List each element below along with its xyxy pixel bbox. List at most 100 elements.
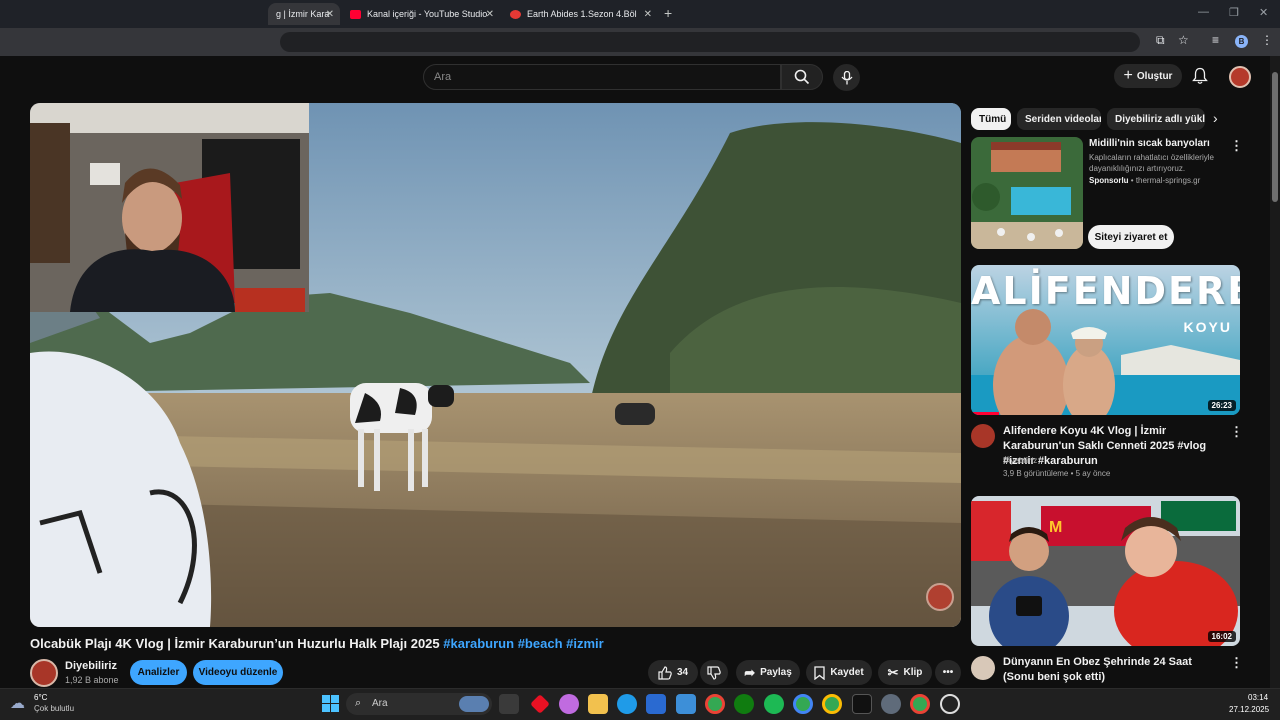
thumbnail-heading: ALİFENDERE xyxy=(971,269,1240,313)
window-close-icon[interactable]: ✕ xyxy=(1259,6,1268,19)
channel-avatar[interactable] xyxy=(971,656,995,680)
obs-icon[interactable] xyxy=(940,694,960,714)
ad-description: Kaplıcaların rahatlatıcı özellikleriyle … xyxy=(1089,153,1214,173)
create-label: Oluştur xyxy=(1136,70,1173,82)
share-button[interactable]: ➦ Paylaş xyxy=(736,660,800,685)
youtube-icon xyxy=(350,9,361,19)
media-controls-icon[interactable]: ≡ xyxy=(1212,33,1219,47)
recommendation-title[interactable]: Dünyanın En Obez Şehrinde 24 Saat (Sonu … xyxy=(1003,655,1225,685)
xbox-icon[interactable] xyxy=(734,694,754,714)
notifications-bell-icon[interactable] xyxy=(1192,67,1208,85)
ad-domain: thermal-springs.gr xyxy=(1135,176,1201,185)
chevron-right-icon[interactable]: › xyxy=(1213,110,1218,126)
address-bar[interactable] xyxy=(280,32,1140,52)
chrome-profile-icon[interactable] xyxy=(793,694,813,714)
clock-time[interactable]: 03:14 xyxy=(1248,693,1268,702)
recommendation-thumbnail[interactable]: M 16:02 xyxy=(971,496,1240,646)
edit-video-button[interactable]: Videoyu düzenle xyxy=(193,660,283,685)
more-vert-icon[interactable]: ⋮ xyxy=(1230,138,1243,154)
webcam-overlay xyxy=(30,103,309,312)
chip-uploader[interactable]: Diyebiliriz adlı yükleyici xyxy=(1107,108,1205,130)
cast-icon[interactable]: ⧉ xyxy=(1156,33,1165,48)
tab-title: g | İzmir Kara xyxy=(276,9,330,19)
profile-avatar[interactable]: B xyxy=(1235,35,1248,48)
clip-button[interactable]: ✂ Klip xyxy=(878,660,932,685)
hashtag-link[interactable]: #izmir xyxy=(566,636,604,651)
subscriber-count: 1,92 B abone xyxy=(65,675,119,685)
create-button[interactable]: + Oluştur xyxy=(1114,64,1182,88)
outlook-icon[interactable] xyxy=(676,694,696,714)
recommendation-meta: 3,9 B görüntüleme • 5 ay önce xyxy=(1003,469,1111,478)
save-label: Kaydet xyxy=(830,667,864,678)
weather-temperature[interactable]: 6°C xyxy=(34,693,47,702)
dislike-button[interactable] xyxy=(700,660,728,685)
analytics-button[interactable]: Analizler xyxy=(130,660,187,685)
video-duration: 26:23 xyxy=(1207,400,1236,411)
browser-tab-active[interactable]: g | İzmir Kara ✕ xyxy=(268,3,340,25)
thumbnail-subheading: KOYU xyxy=(1183,319,1232,335)
close-icon[interactable]: ✕ xyxy=(486,9,494,20)
bookmark-star-icon[interactable]: ☆ xyxy=(1178,33,1189,47)
more-actions-button[interactable]: ••• xyxy=(935,660,961,685)
weather-description[interactable]: Çok bulutlu xyxy=(34,704,74,713)
browser-tab-earth-abides[interactable]: Earth Abides 1.Sezon 4.Bölüm ✕ xyxy=(502,3,658,25)
video-player[interactable] xyxy=(30,103,961,627)
chrome-icon[interactable] xyxy=(705,694,725,714)
spotify-icon[interactable] xyxy=(764,694,784,714)
share-label: Paylaş xyxy=(760,667,792,678)
page-scrollbar[interactable] xyxy=(1270,56,1280,688)
new-tab-icon[interactable]: + xyxy=(664,5,672,21)
recommendation-channel[interactable]: Diyebiliriz xyxy=(1003,456,1037,465)
thumbnail-image: M xyxy=(971,496,1240,646)
ad-title[interactable]: Midilli'nin sıcak banyoları xyxy=(1089,138,1210,149)
save-button[interactable]: Kaydet xyxy=(806,660,872,685)
chip-series[interactable]: Seriden videolar xyxy=(1017,108,1101,130)
minimize-icon[interactable]: — xyxy=(1198,6,1209,18)
restore-icon[interactable]: ❐ xyxy=(1229,6,1239,19)
chrome-profile-icon[interactable] xyxy=(822,694,842,714)
plus-icon: + xyxy=(1123,67,1133,84)
tab-title: Earth Abides 1.Sezon 4.Bölüm xyxy=(527,9,637,19)
more-vert-icon[interactable]: ⋮ xyxy=(1230,655,1243,671)
more-vert-icon[interactable]: ⋮ xyxy=(1230,424,1243,440)
channel-avatar[interactable] xyxy=(30,659,58,687)
clock-date[interactable]: 27.12.2025 xyxy=(1229,705,1269,714)
channel-watermark[interactable] xyxy=(926,583,954,611)
hashtag-link[interactable]: #beach xyxy=(518,636,563,651)
like-button[interactable]: 34 xyxy=(648,660,698,685)
close-icon[interactable]: ✕ xyxy=(326,9,334,20)
copilot-icon[interactable] xyxy=(559,694,579,714)
windows-start-icon[interactable] xyxy=(322,695,339,712)
windows-taskbar xyxy=(0,688,1280,720)
hashtag-link[interactable]: #karaburun xyxy=(443,636,514,651)
menu-dots-icon[interactable]: ⋮ xyxy=(1261,33,1273,47)
clip-label: Klip xyxy=(903,667,923,678)
browser-tab-studio[interactable]: Kanal içeriği - YouTube Studio ✕ xyxy=(342,3,500,25)
voice-search-button[interactable] xyxy=(833,64,860,91)
browser-tabstrip: g | İzmir Kara ✕ Kanal içeriği - YouTube… xyxy=(0,0,1280,28)
chrome-profile-icon[interactable] xyxy=(910,694,930,714)
channel-name[interactable]: Diyebiliriz xyxy=(65,660,117,672)
visit-site-button[interactable]: Siteyi ziyaret et xyxy=(1088,225,1174,249)
settings-gear-icon[interactable] xyxy=(881,694,901,714)
tab-title: Kanal içeriği - YouTube Studio xyxy=(367,9,488,19)
chip-all[interactable]: Tümü xyxy=(971,108,1011,130)
account-avatar[interactable] xyxy=(1229,66,1251,88)
store-icon[interactable] xyxy=(646,694,666,714)
video-duration: 16:02 xyxy=(1207,631,1236,642)
search-button[interactable] xyxy=(781,64,823,90)
scrollbar-thumb[interactable] xyxy=(1272,72,1278,202)
search-input[interactable] xyxy=(423,64,781,90)
file-explorer-icon[interactable] xyxy=(588,694,608,714)
task-view-icon[interactable] xyxy=(499,694,519,714)
recommendation-thumbnail[interactable]: ALİFENDERE KOYU 26:23 xyxy=(971,265,1240,415)
channel-avatar[interactable] xyxy=(971,424,995,448)
edge-icon[interactable] xyxy=(617,694,637,714)
distant-cow xyxy=(615,403,655,425)
close-icon[interactable]: ✕ xyxy=(644,9,652,20)
capcut-icon[interactable] xyxy=(852,694,872,714)
watch-progress-bar xyxy=(971,412,999,415)
ad-thumbnail[interactable] xyxy=(971,137,1083,249)
thumbs-up-icon xyxy=(658,665,672,680)
weather-cloud-icon[interactable]: ☁ xyxy=(10,694,25,712)
